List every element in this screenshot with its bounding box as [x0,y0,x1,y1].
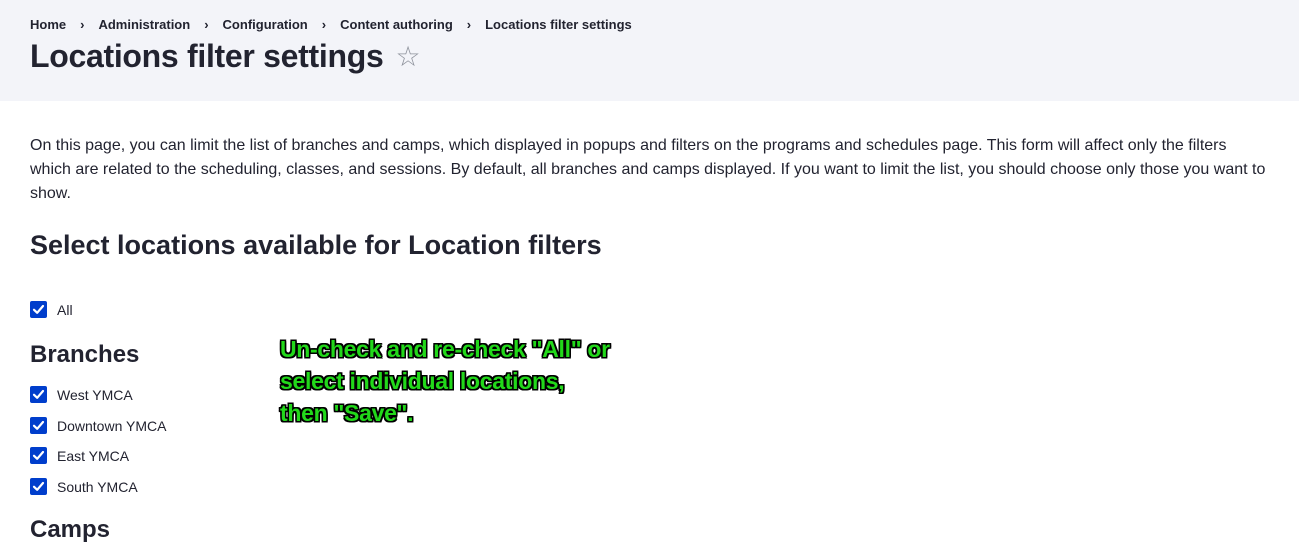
checkbox-label: South YMCA [57,478,138,495]
checkbox-label: Downtown YMCA [57,417,167,434]
breadcrumb: Home › Administration › Configuration › … [30,17,632,32]
checkbox-checked-icon[interactable] [30,478,47,495]
checkbox-label: West YMCA [57,386,133,403]
checkbox-south-ymca[interactable]: South YMCA [30,478,138,495]
breadcrumb-configuration[interactable]: Configuration [223,17,308,32]
branches-heading: Branches [30,341,140,368]
checkbox-all[interactable]: All [30,301,73,318]
breadcrumb-home[interactable]: Home [30,17,66,32]
checkbox-downtown-ymca[interactable]: Downtown YMCA [30,417,166,434]
checkbox-east-ymca[interactable]: East YMCA [30,447,129,464]
instruction-annotation: Un-check and re-check "All" or select in… [280,336,610,426]
breadcrumb-separator-icon: › [466,17,472,32]
form-heading: Select locations available for Location … [30,230,602,260]
checkbox-checked-icon[interactable] [30,386,47,403]
breadcrumb-separator-icon: › [321,17,327,32]
page-title: Locations filter settings [30,38,384,74]
page-header: Home › Administration › Configuration › … [0,0,1299,101]
checkbox-checked-icon[interactable] [30,301,47,318]
breadcrumb-current[interactable]: Locations filter settings [485,17,632,32]
star-icon[interactable]: ☆ [395,42,420,71]
checkbox-all-label: All [57,301,73,318]
checkbox-checked-icon[interactable] [30,447,47,464]
breadcrumb-separator-icon: › [204,17,209,32]
page-title-row: Locations filter settings ☆ [30,38,421,75]
checkbox-label: East YMCA [57,447,130,464]
breadcrumb-content-authoring[interactable]: Content authoring [340,17,453,32]
checkbox-checked-icon[interactable] [30,417,47,434]
breadcrumb-administration[interactable]: Administration [98,17,190,32]
camps-heading: Camps [30,516,111,543]
checkbox-west-ymca[interactable]: West YMCA [30,386,133,403]
intro-description: On this page, you can limit the list of … [30,137,1266,202]
breadcrumb-separator-icon: › [80,17,85,32]
